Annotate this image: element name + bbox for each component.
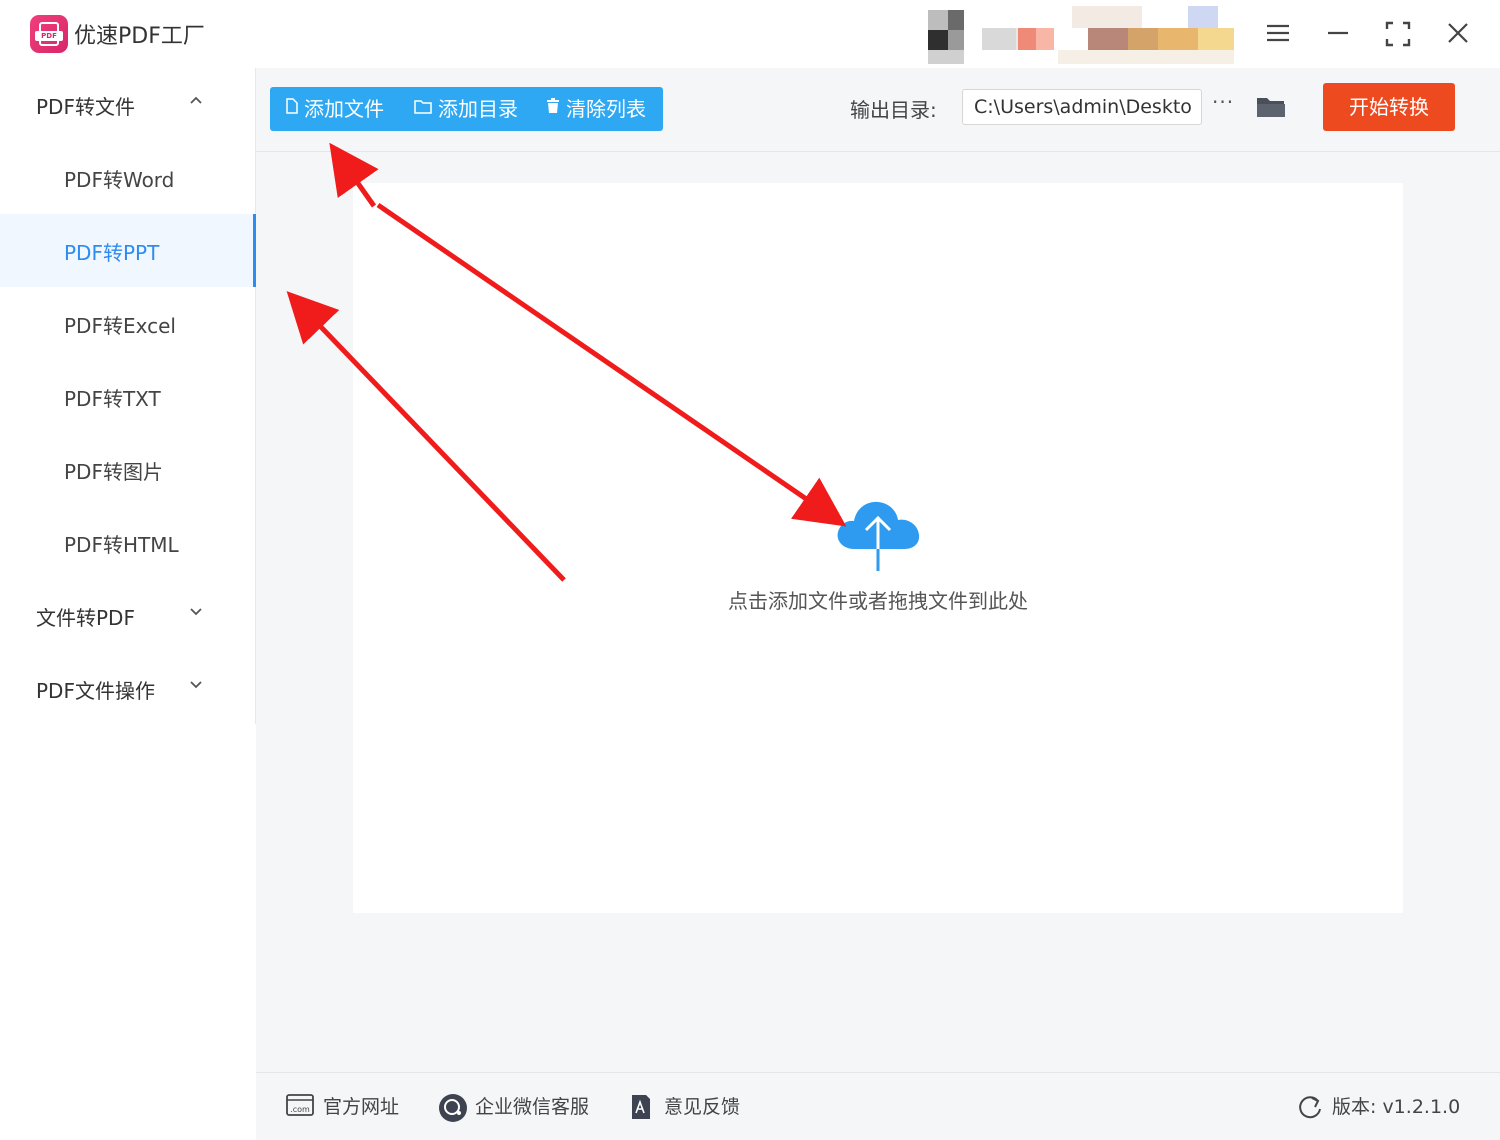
wechat-support-label: 企业微信客服 <box>475 1096 590 1118</box>
user-info-pixelated[interactable] <box>928 6 1234 64</box>
version-info[interactable]: 版本: v1.2.1.0 <box>1298 1093 1488 1121</box>
folder-outline-icon <box>414 87 432 131</box>
add-folder-label: 添加目录 <box>438 97 518 121</box>
footer: .com 官方网址 企业微信客服 意见反馈 版本: v1.2.1.0 <box>256 1072 1500 1140</box>
feedback-link[interactable]: 意见反馈 <box>630 1093 760 1121</box>
sidebar-group-label: PDF文件操作 <box>36 679 155 703</box>
sidebar-item-pdf-to-ppt[interactable]: PDF转PPT <box>0 214 256 287</box>
app-logo: PDF <box>30 15 68 53</box>
add-folder-button[interactable]: 添加目录 <box>414 87 518 131</box>
chevron-up-icon <box>188 92 204 113</box>
sidebar-group-pdf-operations[interactable]: PDF文件操作 <box>0 652 256 725</box>
minimize-icon[interactable] <box>1320 16 1356 52</box>
version-label: 版本: v1.2.1.0 <box>1332 1096 1461 1118</box>
sidebar-group-label: 文件转PDF <box>36 606 135 630</box>
feedback-label: 意见反馈 <box>664 1096 741 1118</box>
sidebar-item-label: PDF转HTML <box>64 533 179 557</box>
wechat-support-link[interactable]: 企业微信客服 <box>438 1093 608 1122</box>
output-dir-field[interactable]: C:\Users\admin\Deskto <box>962 89 1202 125</box>
trash-icon <box>546 87 560 131</box>
sidebar-item-label: PDF转Excel <box>64 314 176 338</box>
sidebar-item-label: PDF转TXT <box>64 387 161 411</box>
sidebar-item-pdf-to-image[interactable]: PDF转图片 <box>0 433 256 506</box>
hamburger-icon[interactable] <box>1260 16 1296 52</box>
clear-list-button[interactable]: 清除列表 <box>546 87 646 131</box>
file-icon <box>286 87 298 131</box>
cloud-upload-icon[interactable] <box>833 493 923 573</box>
sidebar-group-pdf-to-file[interactable]: PDF转文件 <box>0 68 256 141</box>
chevron-down-icon <box>188 676 204 697</box>
svg-text:.com: .com <box>290 1105 310 1114</box>
website-label: 官方网址 <box>323 1096 400 1118</box>
start-convert-button[interactable]: 开始转换 <box>1323 83 1455 131</box>
open-folder-icon[interactable] <box>1256 95 1286 119</box>
sidebar: PDF转文件 PDF转Word PDF转PPT PDF转Excel PDF转TX… <box>0 68 256 724</box>
sidebar-group-label: PDF转文件 <box>36 95 135 119</box>
logo-pdf-text: PDF <box>35 31 63 41</box>
app-title: 优速PDF工厂 <box>74 24 205 49</box>
drop-hint-text: 点击添加文件或者拖拽文件到此处 <box>728 589 1028 613</box>
sidebar-item-label: PDF转图片 <box>64 460 163 484</box>
output-dir-label: 输出目录: <box>850 98 937 122</box>
refresh-icon <box>1299 1096 1321 1119</box>
sidebar-group-file-to-pdf[interactable]: 文件转PDF <box>0 579 256 652</box>
title-bar: PDF 优速PDF工厂 <box>0 0 1500 68</box>
sidebar-item-label: PDF转PPT <box>64 241 160 265</box>
browse-more-button[interactable]: ··· <box>1212 90 1234 114</box>
file-button-group: 添加文件 添加目录 清除列表 <box>270 87 663 131</box>
official-website-link[interactable]: .com 官方网址 <box>286 1093 436 1121</box>
sidebar-item-pdf-to-word[interactable]: PDF转Word <box>0 141 256 214</box>
clear-list-label: 清除列表 <box>566 97 646 121</box>
chevron-down-icon <box>188 603 204 624</box>
sidebar-item-pdf-to-txt[interactable]: PDF转TXT <box>0 360 256 433</box>
maximize-icon[interactable] <box>1380 16 1416 52</box>
toolbar: 添加文件 添加目录 清除列表 输出目录: C:\Users\admin\Desk… <box>256 68 1500 152</box>
close-icon[interactable] <box>1440 16 1476 52</box>
add-file-label: 添加文件 <box>304 97 384 121</box>
wechat-icon <box>439 1094 467 1122</box>
main-panel: 添加文件 添加目录 清除列表 输出目录: C:\Users\admin\Desk… <box>256 68 1500 1072</box>
sidebar-item-pdf-to-html[interactable]: PDF转HTML <box>0 506 256 579</box>
file-drop-zone[interactable]: 点击添加文件或者拖拽文件到此处 <box>353 183 1403 913</box>
feedback-icon <box>632 1095 650 1119</box>
add-file-button[interactable]: 添加文件 <box>286 87 384 131</box>
website-icon: .com <box>286 1094 314 1116</box>
sidebar-item-pdf-to-excel[interactable]: PDF转Excel <box>0 287 256 360</box>
sidebar-item-label: PDF转Word <box>64 168 175 192</box>
